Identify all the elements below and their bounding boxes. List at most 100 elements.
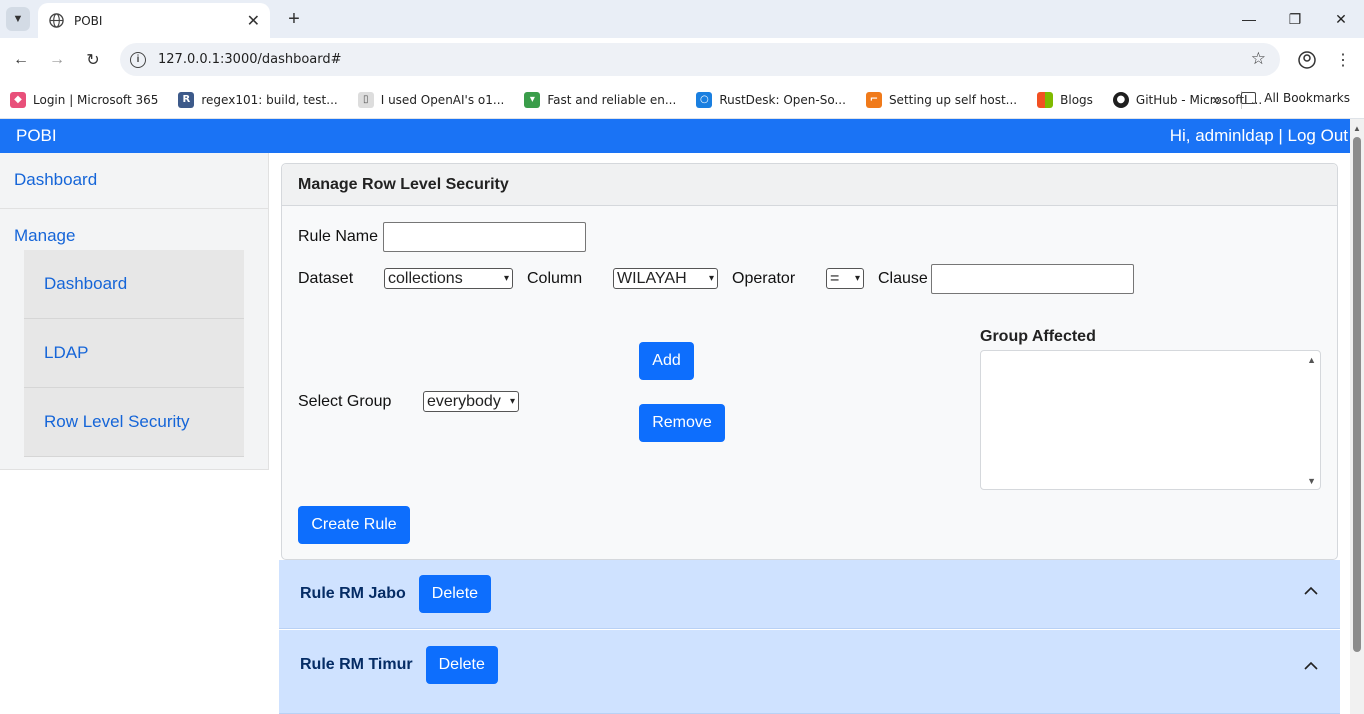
profile-icon[interactable] <box>1293 46 1321 74</box>
group-affected-list[interactable]: ▲ ▼ <box>980 350 1321 490</box>
browser-tabbar: ▼ POBI ✕ + — ❐ ✕ <box>0 0 1364 38</box>
sidebar-dashboard-link[interactable]: Dashboard <box>14 170 97 189</box>
rule-accordion-item[interactable]: Rule RM Timur Delete <box>279 630 1340 714</box>
tab-title: POBI <box>74 13 103 28</box>
column-label: Column <box>527 270 583 287</box>
github-icon: ● <box>1112 91 1129 108</box>
close-window-icon[interactable]: ✕ <box>1318 0 1364 38</box>
bookmark-item[interactable]: Blogs <box>1037 91 1093 108</box>
page-icon: ▯ <box>357 91 374 108</box>
windows-icon <box>1037 91 1054 108</box>
bookmark-label: regex101: build, test... <box>201 92 338 107</box>
operator-label: Operator <box>732 270 796 287</box>
chevron-down-icon: ▾ <box>509 396 515 407</box>
brand[interactable]: POBI <box>16 126 57 146</box>
restore-icon[interactable]: ❐ <box>1272 0 1318 38</box>
bookmark-star-icon[interactable]: ☆ <box>1251 49 1266 69</box>
scroll-down-icon[interactable]: ▼ <box>1307 476 1316 486</box>
submenu-item-row-level-security[interactable]: Row Level Security <box>24 388 244 457</box>
rule-name-input[interactable] <box>383 222 586 252</box>
remove-button[interactable]: Remove <box>639 404 725 442</box>
add-button[interactable]: Add <box>639 342 694 380</box>
address-toolbar: ← → ↻ i 127.0.0.1:3000/dashboard# ☆ ⋮ <box>0 38 1364 81</box>
more-bookmarks-icon[interactable]: » <box>1212 91 1220 107</box>
delete-rule-button[interactable]: Delete <box>425 646 498 684</box>
bookmark-item[interactable]: ⌐ Setting up self host... <box>865 91 1018 108</box>
bookmark-item[interactable]: Rregex101: build, test... <box>178 91 338 108</box>
doc-icon: ⌐ <box>865 91 882 108</box>
bookmarks-bar: ◆ Login | Microsoft 365 Rregex101: build,… <box>0 81 1364 119</box>
page-scrollbar[interactable]: ▲ <box>1350 119 1364 714</box>
select-group-label: Select Group <box>298 393 392 410</box>
browser-tab[interactable]: POBI ✕ <box>38 3 270 38</box>
rule-name: Rule RM Timur <box>300 656 413 673</box>
chevron-up-icon[interactable] <box>1304 584 1318 598</box>
submenu-item-ldap[interactable]: LDAP <box>24 319 244 388</box>
column-value: WILAYAH <box>617 269 687 287</box>
site-info-icon[interactable]: i <box>130 51 146 68</box>
bookmark-item[interactable]: ○ RustDesk: Open-So... <box>696 91 846 108</box>
scroll-up-icon[interactable]: ▲ <box>1353 124 1361 133</box>
minimize-icon[interactable]: — <box>1226 0 1272 38</box>
submenu-item-dashboard[interactable]: Dashboard <box>24 250 244 319</box>
address-bar[interactable]: i 127.0.0.1:3000/dashboard# ☆ <box>120 43 1280 76</box>
rule-accordion-item[interactable]: Rule RM Jabo Delete <box>279 560 1340 629</box>
dataset-label: Dataset <box>298 270 354 287</box>
url-text: 127.0.0.1:3000/dashboard# <box>158 52 342 67</box>
bookmark-item[interactable]: ◆ Login | Microsoft 365 <box>10 91 159 108</box>
user-greeting-logout[interactable]: Hi, adminldap | Log Out <box>1170 126 1348 146</box>
column-select[interactable]: WILAYAH ▾ <box>613 268 718 289</box>
forward-icon[interactable]: → <box>43 46 71 74</box>
submenu-label: LDAP <box>44 343 89 362</box>
new-tab-icon[interactable]: + <box>282 7 306 31</box>
chevron-up-icon[interactable] <box>1304 659 1318 673</box>
chevron-down-icon: ▾ <box>854 273 860 284</box>
group-value: everybody <box>427 392 501 410</box>
operator-value: = <box>830 269 840 287</box>
delete-rule-button[interactable]: Delete <box>418 575 492 613</box>
create-rule-button[interactable]: Create Rule <box>298 506 410 544</box>
bookmark-label: Setting up self host... <box>888 92 1018 107</box>
bookmark-label: I used OpenAI's o1... <box>380 92 505 107</box>
bookmark-item[interactable]: ● GitHub - MicrosoftL... <box>1112 91 1262 108</box>
manage-rls-panel: Manage Row Level Security Rule Name Data… <box>281 163 1338 560</box>
rule-name-label: Rule Name <box>298 228 379 245</box>
sidebar-item-dashboard: Dashboard <box>0 153 268 209</box>
folder-icon <box>1241 92 1257 104</box>
bookmark-label: RustDesk: Open-So... <box>719 92 846 107</box>
menu-kebab-icon[interactable]: ⋮ <box>1329 46 1357 74</box>
operator-select[interactable]: = ▾ <box>826 268 864 289</box>
group-affected-label: Group Affected <box>980 328 1096 345</box>
bookmark-label: Fast and reliable en... <box>547 92 677 107</box>
all-bookmarks[interactable]: All Bookmarks <box>1241 91 1350 105</box>
bookmark-label: Blogs <box>1060 92 1093 107</box>
scrollbar-thumb[interactable] <box>1353 137 1361 652</box>
regex101-icon: R <box>178 91 195 108</box>
reload-icon[interactable]: ↻ <box>79 46 107 74</box>
sidebar-section-manage: Manage <box>0 209 268 250</box>
back-icon[interactable]: ← <box>7 46 35 74</box>
sidebar: Dashboard Manage Dashboard LDAP Row Leve… <box>0 153 269 470</box>
microsoft365-icon: ◆ <box>10 91 26 108</box>
tab-list-chevron-icon[interactable]: ▼ <box>6 7 30 31</box>
dataset-value: collections <box>388 269 463 287</box>
rule-name: Rule RM Jabo <box>300 585 406 602</box>
submenu-label: Row Level Security <box>44 412 190 431</box>
chevron-down-icon: ▾ <box>708 273 714 284</box>
chevron-down-icon: ▾ <box>503 273 509 284</box>
bookmark-item[interactable]: ▯ I used OpenAI's o1... <box>357 91 505 108</box>
close-tab-icon[interactable]: ✕ <box>247 11 260 31</box>
app-root: POBI Hi, adminldap | Log Out Dashboard M… <box>0 119 1364 714</box>
manage-submenu: Dashboard LDAP Row Level Security <box>24 250 244 457</box>
dataset-select[interactable]: collections ▾ <box>384 268 513 289</box>
shield-icon: ▾ <box>524 91 541 108</box>
submenu-label: Dashboard <box>44 274 128 293</box>
rustdesk-icon: ○ <box>696 91 713 108</box>
bookmark-item[interactable]: ▾ Fast and reliable en... <box>524 91 677 108</box>
clause-input[interactable] <box>931 264 1134 294</box>
bookmark-label: Login | Microsoft 365 <box>33 92 159 107</box>
sidebar-manage-link[interactable]: Manage <box>14 226 75 245</box>
scroll-up-icon[interactable]: ▲ <box>1307 355 1316 365</box>
group-select[interactable]: everybody ▾ <box>423 391 519 412</box>
top-navbar: POBI Hi, adminldap | Log Out <box>0 119 1364 153</box>
